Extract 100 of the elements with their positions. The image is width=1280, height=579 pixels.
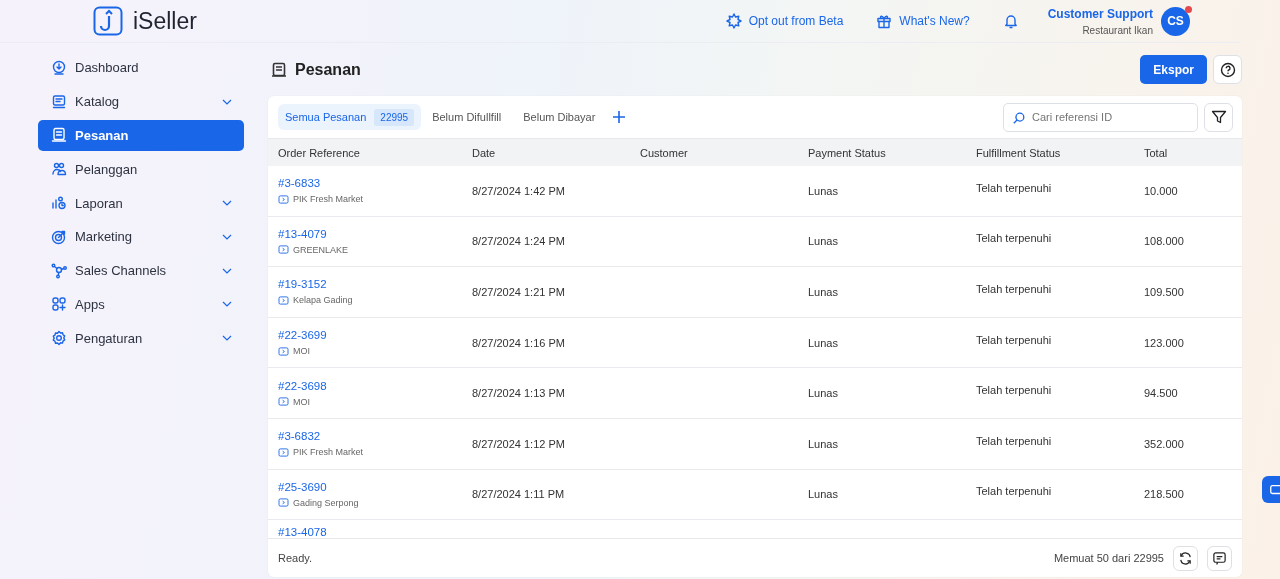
count-badge: 22995 xyxy=(374,108,415,126)
top-link[interactable]: Opt out from Beta xyxy=(725,13,844,29)
screen-icon xyxy=(1269,482,1280,497)
table-cell: Lunas xyxy=(808,184,838,197)
order-link[interactable]: #22-3699 xyxy=(278,329,472,342)
column-header[interactable]: Date xyxy=(472,146,640,159)
document-icon xyxy=(51,127,67,144)
order-link[interactable]: #3-6832 xyxy=(278,430,472,443)
store-name: MOI xyxy=(293,396,310,407)
register-icon xyxy=(278,447,289,457)
page-title: Pesanan xyxy=(295,60,361,79)
logo-icon xyxy=(93,6,123,36)
column-header[interactable]: Payment Status xyxy=(808,146,976,159)
tab[interactable]: Belum Dibayar xyxy=(512,104,607,130)
order-link[interactable]: #25-3690 xyxy=(278,480,472,493)
refresh-icon xyxy=(1178,550,1193,566)
register-icon xyxy=(278,245,289,255)
store-name: Gading Serpong xyxy=(293,497,359,508)
order-link[interactable]: #13-4079 xyxy=(278,227,472,240)
table-cell: 352.000 xyxy=(1144,437,1184,450)
table-cell: Telah terpenuhi xyxy=(976,485,1052,498)
table-cell: 8/27/2024 1:42 PM xyxy=(472,184,565,197)
table-cell: Telah terpenuhi xyxy=(976,181,1052,194)
store-name: MOI xyxy=(293,346,310,357)
column-header[interactable]: Fulfillment Status xyxy=(976,146,1144,159)
help-icon xyxy=(1219,61,1236,78)
comment-button[interactable] xyxy=(1207,545,1232,571)
dashboard-icon xyxy=(51,59,67,76)
sparkle-icon xyxy=(725,13,742,29)
table-cell: Lunas xyxy=(808,437,838,450)
order-link[interactable]: #13-4078 xyxy=(278,526,472,538)
loaded-count: Memuat 50 dari 22995 xyxy=(1053,552,1164,564)
search-icon xyxy=(1012,110,1026,125)
table-cell: Lunas xyxy=(808,488,838,501)
network-icon xyxy=(51,262,67,279)
column-header[interactable]: Customer xyxy=(640,146,808,159)
table-cell: 123.000 xyxy=(1144,336,1184,349)
help-button[interactable] xyxy=(1213,55,1242,84)
sidebar-item[interactable]: Katalog xyxy=(38,85,244,118)
table-cell: Lunas xyxy=(808,387,838,400)
table-cell: Telah terpenuhi xyxy=(976,434,1052,447)
brand-name: iSeller xyxy=(133,7,197,35)
order-link[interactable]: #3-6833 xyxy=(278,177,472,190)
register-icon xyxy=(278,397,289,407)
table-cell: 10.000 xyxy=(1144,184,1178,197)
filter-button[interactable] xyxy=(1204,102,1233,132)
store-name: PIK Fresh Market xyxy=(293,447,364,458)
table-cell: 108.000 xyxy=(1144,235,1184,248)
store-name: PIK Fresh Market xyxy=(293,194,364,205)
sidebar-item[interactable]: Laporan xyxy=(38,187,244,219)
apps-icon xyxy=(51,296,67,313)
order-link[interactable]: #22-3698 xyxy=(278,379,472,392)
search-field[interactable]: Cari referensi ID xyxy=(1003,102,1198,132)
settings-icon xyxy=(51,330,67,347)
column-header[interactable]: Total xyxy=(1144,146,1242,159)
top-link[interactable]: What's New? xyxy=(876,13,970,29)
table-cell: Lunas xyxy=(808,286,838,298)
table-cell: 218.500 xyxy=(1144,488,1184,501)
table-cell: 94.500 xyxy=(1144,387,1178,400)
catalog-icon xyxy=(51,93,67,110)
table-cell: 8/27/2024 1:24 PM xyxy=(472,235,565,248)
table-cell: 8/27/2024 1:21 PM xyxy=(472,286,565,298)
users-icon xyxy=(51,161,67,178)
table-cell: Lunas xyxy=(808,235,838,248)
table-cell: 109.500 xyxy=(1144,286,1184,298)
order-link[interactable]: #19-3152 xyxy=(278,278,472,291)
filter-icon xyxy=(1210,109,1227,125)
refresh-button[interactable] xyxy=(1173,545,1198,571)
register-icon xyxy=(278,498,289,508)
export-button[interactable]: Ekspor xyxy=(1140,55,1207,84)
table-cell: 8/27/2024 1:16 PM xyxy=(472,336,565,349)
table-cell: Lunas xyxy=(808,336,838,349)
sidebar-item[interactable]: Pelanggan xyxy=(38,153,244,186)
store-name: Kelapa Gading xyxy=(293,295,353,306)
store-name: Restaurant Ikan xyxy=(1082,24,1153,36)
avatar[interactable]: CS xyxy=(1161,6,1190,36)
notification-bell-icon[interactable] xyxy=(1002,13,1019,29)
sidebar-item[interactable]: Marketing xyxy=(38,221,244,253)
sidebar-item[interactable]: Dashboard xyxy=(38,52,244,84)
table-cell: Telah terpenuhi xyxy=(976,232,1052,245)
gift-icon xyxy=(876,13,893,29)
table-cell: Telah terpenuhi xyxy=(976,333,1052,346)
document-icon xyxy=(271,61,287,78)
table-cell: 8/27/2024 1:11 PM xyxy=(472,488,565,501)
table-cell: 8/27/2024 1:12 PM xyxy=(472,437,565,450)
store-name: GREENLAKE xyxy=(293,244,349,255)
table-cell: Telah terpenuhi xyxy=(976,384,1052,397)
column-header[interactable]: Order Reference xyxy=(278,146,472,159)
tab[interactable]: Semua Pesanan 22995 xyxy=(278,104,422,130)
sidebar-item[interactable]: Apps xyxy=(38,288,244,321)
user-name[interactable]: Customer Support xyxy=(1047,6,1153,21)
chart-icon xyxy=(51,195,67,212)
sidebar-item[interactable]: Sales Channels xyxy=(38,254,244,287)
message-icon xyxy=(1212,550,1227,566)
sidebar-item[interactable]: Pengaturan xyxy=(38,322,244,355)
target-icon xyxy=(51,228,67,245)
table-cell: Telah terpenuhi xyxy=(976,283,1052,295)
tab[interactable]: Belum Difullfill xyxy=(421,104,513,130)
register-icon xyxy=(278,346,289,356)
sidebar-item[interactable]: Pesanan xyxy=(38,119,244,152)
